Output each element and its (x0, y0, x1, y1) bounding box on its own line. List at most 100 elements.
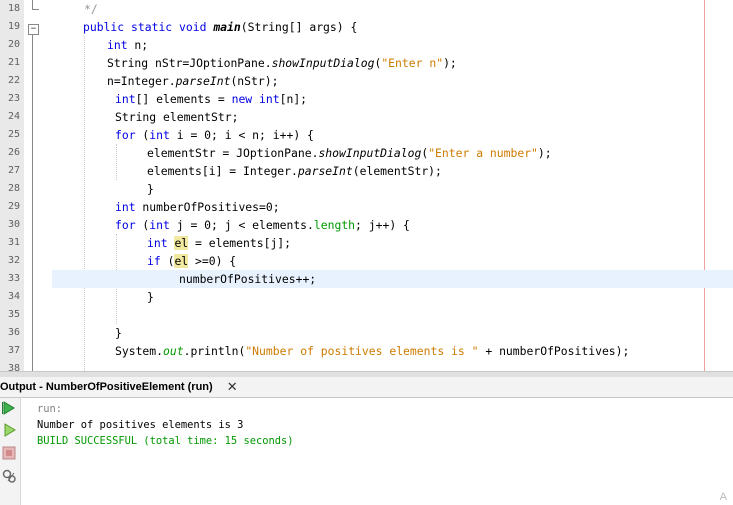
code-line-23: int[] elements = new int[n]; (115, 90, 733, 108)
code-line-24: String elementStr; (115, 108, 733, 126)
line-number: 20 (7, 39, 20, 50)
line-number: 38 (7, 363, 20, 371)
code-text: String nStr=JOptionPane. (107, 56, 272, 70)
code-text: n=Integer. (107, 74, 176, 88)
code-text: elements[i] = Integer. (147, 164, 298, 178)
keyword-token: new (231, 92, 253, 106)
string-literal: "Enter n" (381, 56, 444, 70)
code-line-22: n=Integer.parseInt(nStr); (107, 72, 733, 90)
output-run-line: run: (37, 403, 63, 415)
output-panel: run: Number of positives elements is 3 B… (0, 398, 733, 505)
code-text: (elementStr); (352, 164, 442, 178)
stop-icon[interactable] (2, 446, 16, 460)
code-line-32: if (el >=0) { (147, 252, 733, 270)
line-number: 23 (7, 93, 20, 104)
fold-guide-end (32, 0, 39, 10)
code-text: [] elements = (135, 92, 232, 106)
keyword-token: int (115, 200, 136, 214)
line-number: 36 (7, 327, 20, 338)
code-line-27: elements[i] = Integer.parseInt(elementSt… (147, 162, 733, 180)
line-number: 19 (7, 21, 20, 32)
line-number: 25 (7, 129, 20, 140)
code-text: ; j++) { (355, 218, 410, 232)
line-number: 29 (7, 201, 20, 212)
method-name: main (213, 20, 241, 34)
string-literal: "Enter a number" (428, 146, 538, 160)
line-number: 35 (7, 309, 20, 320)
code-line-28: } (147, 180, 733, 198)
code-text: + numberOfPositives); (478, 344, 630, 358)
code-line-37: System.out.println("Number of positives … (115, 342, 733, 360)
code-line-33-current[interactable]: numberOfPositives++; (52, 270, 733, 288)
output-tab-title[interactable]: Output - NumberOfPositiveElement (run) (0, 381, 213, 393)
code-line-26: elementStr = JOptionPane.showInputDialog… (147, 144, 733, 162)
code-text: elementStr = JOptionPane. (147, 146, 319, 160)
keyword-token: int (115, 92, 136, 106)
code-text: .println( (183, 344, 246, 358)
line-number: 37 (7, 345, 20, 356)
settings-icon[interactable] (2, 469, 16, 483)
code-text: n; (127, 38, 149, 52)
code-text: numberOfPositives++; (179, 272, 317, 286)
method-call: parseInt (297, 164, 353, 178)
line-number: 32 (7, 255, 20, 266)
keyword-token: int (149, 128, 170, 142)
keyword-token: int (259, 92, 280, 106)
keyword-token: int (147, 236, 168, 250)
code-line-30: for (int j = 0; j < elements.length; j++… (115, 216, 733, 234)
line-number: 33 (7, 273, 20, 284)
code-text: System. (115, 344, 164, 358)
code-text: numberOfPositives=0; (135, 200, 280, 214)
output-tab-bar: Output - NumberOfPositiveElement (run) ✕ (0, 377, 733, 398)
code-text: } (147, 182, 154, 196)
code-line-36: } (115, 324, 733, 342)
output-tab[interactable]: Output - NumberOfPositiveElement (run) ✕ (0, 377, 238, 397)
code-text: ( (135, 218, 150, 232)
rerun-with-different-parameters-icon[interactable] (2, 423, 16, 437)
code-text: ( (135, 128, 150, 142)
line-number: 18 (7, 3, 20, 14)
code-text: (nStr); (230, 74, 279, 88)
indent-guide (116, 144, 117, 180)
highlighted-variable[interactable]: el (174, 236, 189, 250)
code-text: ); (443, 56, 457, 70)
fold-toggle-icon[interactable]: − (28, 24, 39, 35)
line-number: 21 (7, 57, 20, 68)
close-icon[interactable]: ✕ (227, 379, 238, 395)
output-build-status-line: BUILD SUCCESSFUL (total time: 15 seconds… (37, 435, 294, 447)
code-line-19: public static void main(String[] args) { (83, 18, 733, 36)
code-text: } (115, 326, 122, 340)
fold-margin (24, 0, 48, 371)
line-number: 22 (7, 75, 20, 86)
code-text: i = 0; i < n; i++) { (169, 128, 314, 142)
code-text: ); (537, 146, 552, 160)
code-line-29: int numberOfPositives=0; (115, 198, 733, 216)
code-text: (String[] args) { (240, 20, 358, 34)
method-call: parseInt (175, 74, 231, 88)
method-call: showInputDialog (271, 56, 375, 70)
rerun-icon[interactable] (2, 401, 16, 415)
code-editor[interactable]: − 18 19 20 21 22 23 24 25 26 27 28 29 30 31 32 33 34 35 36… (0, 0, 733, 371)
code-line-18: */ (52, 0, 733, 18)
keyword-token: for (115, 128, 136, 142)
keyword-token: static (131, 20, 173, 34)
indent-guide (84, 36, 85, 371)
highlighted-variable[interactable]: el (174, 254, 189, 268)
scroll-corner-indicator: A (719, 491, 727, 503)
output-toolbar (0, 398, 21, 505)
code-line-21: String nStr=JOptionPane.showInputDialog(… (107, 54, 733, 72)
code-line-34: } (147, 288, 733, 306)
line-number: 27 (7, 165, 20, 176)
code-text: j = 0; j < elements. (169, 218, 314, 232)
code-text: String elementStr; (115, 110, 239, 124)
comment-token: */ (84, 2, 98, 16)
line-number: 26 (7, 147, 20, 158)
line-number: 31 (7, 237, 20, 248)
line-number: 30 (7, 219, 20, 230)
field-token: length (313, 218, 356, 232)
keyword-token: void (179, 20, 207, 34)
string-literal: "Number of positives elements is " (245, 344, 479, 358)
code-text: = elements[j]; (188, 236, 292, 250)
keyword-token: int (149, 218, 170, 232)
fold-guide-line (32, 35, 33, 371)
